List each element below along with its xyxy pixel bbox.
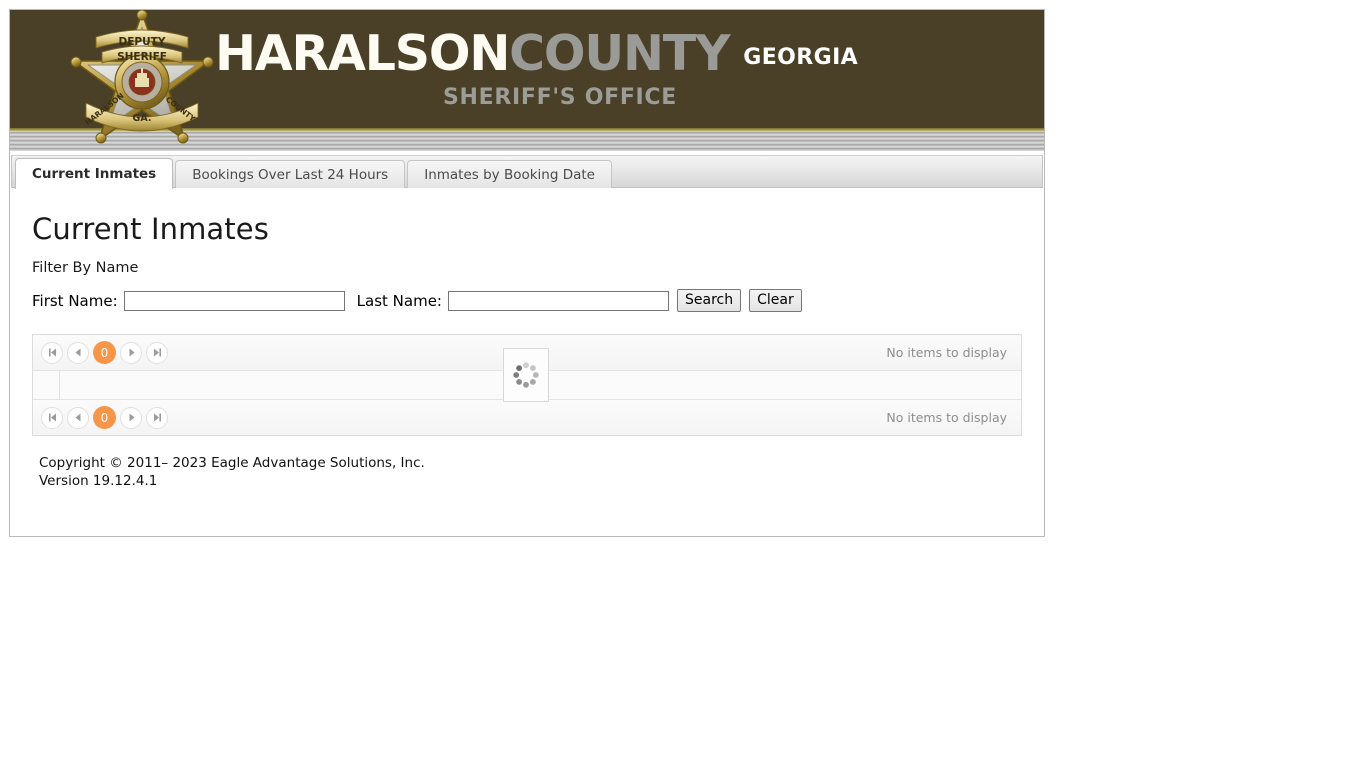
filter-form: First Name: Last Name: Search Clear: [32, 289, 1022, 312]
wordmark-county: COUNTY: [509, 25, 730, 82]
tab-current-inmates[interactable]: Current Inmates: [15, 158, 174, 189]
svg-text:GA.: GA.: [133, 113, 152, 124]
page-container: GA. HARALSON COUNTY DEPUTY SHERIFF HARAL…: [9, 9, 1045, 537]
tab-bookings-last-24-hours[interactable]: Bookings Over Last 24 Hours: [175, 160, 406, 189]
current-page-number[interactable]: 0: [93, 341, 116, 364]
wordmark-subtitle: SHERIFF'S OFFICE: [442, 85, 678, 110]
page-first-icon[interactable]: [41, 406, 63, 429]
search-button[interactable]: Search: [676, 289, 742, 312]
grid-status-bottom: No items to display: [886, 410, 1007, 425]
site-wordmark: HARALSONCOUNTY GEORGIA SHERIFF'S OFFICE: [215, 25, 905, 111]
clear-button[interactable]: Clear: [749, 289, 802, 312]
page-previous-icon[interactable]: [67, 406, 89, 429]
site-footer: Copyright © 2011– 2023 Eagle Advantage S…: [32, 454, 1022, 490]
page-last-icon[interactable]: [146, 406, 168, 429]
page-first-icon[interactable]: [41, 341, 63, 364]
version-text: Version 19.12.4.1: [39, 473, 158, 489]
last-name-input[interactable]: [447, 290, 669, 311]
current-page-number[interactable]: 0: [93, 406, 116, 429]
main-content: Current Inmates Filter By Name First Nam…: [10, 188, 1044, 490]
tab-inmates-by-booking-date[interactable]: Inmates by Booking Date: [407, 160, 612, 189]
page-last-icon[interactable]: [146, 341, 168, 364]
grid-column-separator: [59, 371, 60, 399]
svg-text:DEPUTY: DEPUTY: [119, 36, 166, 48]
sheriff-badge-icon: GA. HARALSON COUNTY DEPUTY SHERIFF: [62, 10, 222, 155]
site-header: GA. HARALSON COUNTY DEPUTY SHERIFF HARAL…: [10, 10, 1044, 155]
inmates-grid: 0 No items to display 0 No items to disp…: [32, 334, 1022, 436]
grid-status-top: No items to display: [886, 345, 1007, 360]
wordmark-state: GEORGIA: [743, 45, 859, 70]
page-title: Current Inmates: [32, 212, 269, 246]
wordmark-haralson: HARALSON: [215, 25, 510, 82]
grid-pager-bottom: 0 No items to display: [33, 399, 1021, 435]
loading-spinner-icon: [503, 348, 549, 402]
last-name-label: Last Name:: [356, 291, 442, 310]
filter-heading: Filter By Name: [32, 260, 139, 276]
copyright-text: Copyright © 2011– 2023 Eagle Advantage S…: [39, 455, 425, 471]
svg-text:SHERIFF: SHERIFF: [117, 51, 167, 63]
first-name-label: First Name:: [32, 291, 118, 310]
tab-strip: Current Inmates Bookings Over Last 24 Ho…: [11, 155, 1043, 189]
page-next-icon[interactable]: [120, 341, 142, 364]
page-next-icon[interactable]: [120, 406, 142, 429]
first-name-input[interactable]: [123, 290, 345, 311]
page-previous-icon[interactable]: [67, 341, 89, 364]
